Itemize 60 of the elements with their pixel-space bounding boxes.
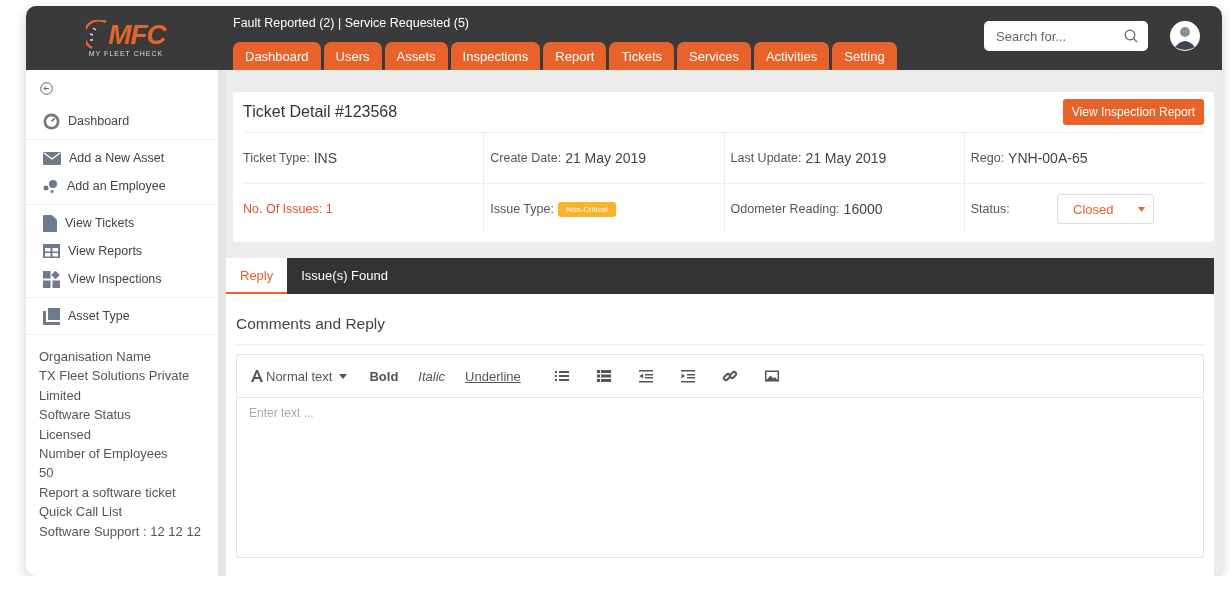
text-style-button[interactable]: Italic	[418, 368, 446, 384]
field-label: Status:	[970, 202, 1010, 216]
books-icon	[43, 307, 60, 325]
field-label: Last Update:	[730, 151, 802, 165]
text-style-button[interactable]: Bold	[369, 368, 399, 384]
issue-count: No. Of Issues: 1	[243, 202, 333, 216]
format-dropdown[interactable]: Normal text	[251, 368, 348, 384]
caret-icon	[339, 373, 348, 379]
comments-title: Comments and Reply	[236, 294, 1204, 345]
bullet-list-icon[interactable]	[553, 368, 570, 384]
notification-text: Fault Reported (2) | Service Requested (5)	[233, 16, 469, 30]
field-label: Rego:	[970, 151, 1005, 165]
document-icon	[43, 214, 57, 232]
gauge-logo-icon	[86, 19, 109, 50]
sidebar-item[interactable]: View Tickets	[26, 209, 218, 237]
font-icon	[251, 370, 263, 382]
outdent-icon[interactable]	[637, 368, 654, 384]
link-icon[interactable]	[721, 368, 738, 384]
sidebar-info-text: Number of Employees	[39, 445, 169, 464]
field-label: Create Date:	[490, 151, 562, 165]
sidebar-info-text: Software Status	[39, 406, 132, 425]
sidebar-item[interactable]: Add an Employee	[26, 172, 218, 200]
indent-icon[interactable]	[679, 368, 696, 384]
sidebar-info-text: Report a software ticket	[39, 483, 177, 502]
numbered-list-icon[interactable]	[595, 368, 612, 384]
sidebar-info-text: 50	[39, 464, 55, 483]
text-style-button[interactable]: Underline	[465, 368, 521, 384]
field-value: 21 May 2019	[565, 150, 647, 166]
sidebar-info-text: TX Fleet Solutions Private Limited	[39, 367, 191, 405]
field-label: Ticket Type:	[243, 151, 310, 165]
dashboard-gauge-icon	[43, 112, 60, 130]
envelope-icon	[43, 151, 61, 165]
table-icon	[43, 244, 60, 258]
field-label: Issue Type:	[490, 202, 554, 216]
sidebar-info-text: Software Support : 12 12 12	[39, 522, 202, 541]
comment-input[interactable]: Enter text ...	[236, 397, 1204, 558]
sidebar-item[interactable]: Asset Type	[26, 302, 218, 330]
sidebar-info-text: Licensed	[39, 425, 93, 444]
field-value: YNH-00A-65	[1008, 150, 1088, 166]
sidebar-info-text: Quick Call List	[39, 503, 124, 522]
reply-tab[interactable]: Issue(s) Found	[287, 258, 402, 294]
dots-icon	[43, 179, 59, 193]
issue-type-badge: Non-Critical	[557, 201, 616, 217]
sidebar-item[interactable]: View Reports	[26, 237, 218, 265]
sidebar-item[interactable]: Add a New Asset	[26, 144, 218, 172]
logo-text: MFC	[108, 20, 166, 49]
ticket-title: Ticket Detail #123568	[243, 103, 398, 121]
sidebar-item[interactable]: View Inspections	[26, 265, 218, 293]
avatar-icon[interactable]	[1170, 21, 1200, 51]
field-value: 21 May 2019	[805, 150, 887, 166]
search-field[interactable]: Search for...	[984, 21, 1148, 51]
grid-icon	[43, 270, 60, 288]
search-icon	[1124, 29, 1138, 43]
field-label: Odometer Reading:	[730, 202, 840, 216]
caret-icon	[1138, 206, 1145, 212]
image-icon[interactable]	[763, 368, 780, 384]
field-value: 16000	[843, 201, 883, 217]
sidebar-info-text: Organisation Name	[39, 348, 152, 366]
sidebar-item[interactable]: Dashboard	[26, 107, 218, 135]
field-value: INS	[313, 150, 338, 166]
